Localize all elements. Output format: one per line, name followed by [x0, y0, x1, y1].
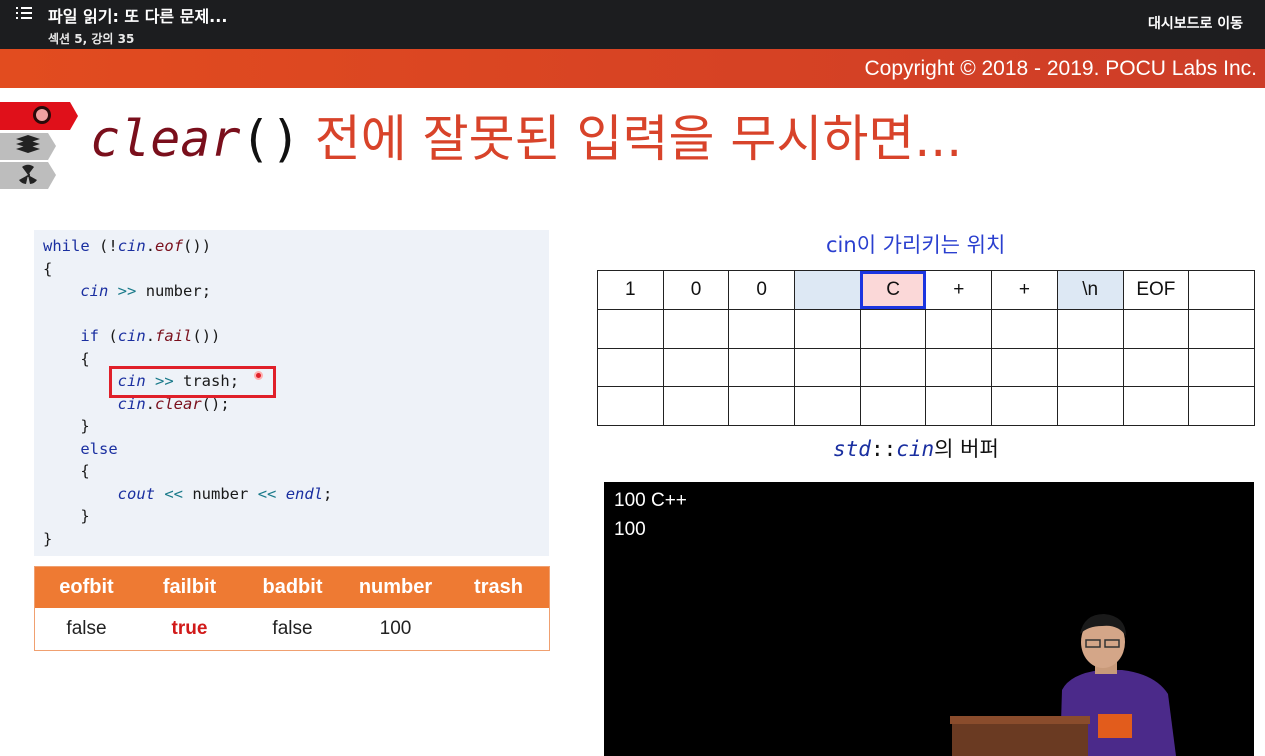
header-failbit: failbit [162, 576, 217, 598]
buffer-cell: 1 [597, 270, 664, 310]
console-line: 100 C++ [614, 490, 687, 511]
title-parens: () [240, 110, 301, 168]
player-header: 파일 읽기: 또 다른 문제... 섹션 5, 강의 35 대시보드로 이동 [0, 0, 1265, 49]
buffer-cell: \n [1056, 270, 1124, 310]
buffer-cell: EOF [1122, 270, 1190, 310]
cin-buffer-grid: 1 0 0 C + + \n EOF [597, 270, 1255, 426]
buffer-label-sep: :: [870, 437, 897, 461]
value-failbit: true [171, 618, 208, 639]
buffer-cell: 0 [728, 270, 796, 310]
buffer-row: 1 0 0 C + + \n EOF [597, 270, 1255, 310]
stack-icon [0, 133, 56, 160]
code-line: } [80, 417, 90, 435]
buffer-cell-current: C [859, 270, 927, 310]
buffer-label-std: std [833, 437, 871, 461]
slide-header-band: Copyright © 2018 - 2019. POCU Labs Inc. [0, 49, 1265, 88]
console-line: 100 [614, 519, 646, 540]
buffer-row [597, 347, 1255, 388]
buffer-cell: + [991, 270, 1058, 310]
code-line: if (cin.fail()) [80, 327, 221, 345]
code-block: while (!cin.eof()) { cin >> number; if (c… [34, 230, 549, 556]
lecture-subtitle: 섹션 5, 강의 35 [48, 32, 135, 46]
stream-state-table: eofbit failbit badbit number trash false… [34, 566, 550, 651]
buffer-cell: + [925, 270, 993, 310]
title-text: 전에 잘못된 입력을 무시하면... [314, 110, 963, 168]
go-to-dashboard-link[interactable]: 대시보드로 이동 [1148, 13, 1243, 33]
copyright-text: Copyright © 2018 - 2019. POCU Labs Inc. [864, 57, 1257, 80]
code-line: else [80, 439, 118, 458]
header-number: number [358, 576, 433, 598]
header-trash: trash [474, 576, 523, 598]
value-badbit: false [272, 618, 313, 639]
buffer-row [597, 308, 1255, 349]
code-line: } [43, 529, 53, 548]
slide-title: clear() 전에 잘못된 입력을 무시하면... [90, 114, 962, 164]
state-table-header: eofbit failbit badbit number trash [35, 567, 549, 608]
buffer-label-ko: 의 버퍼 [934, 437, 999, 461]
code-line: cin >> number; [80, 282, 212, 300]
buffer-cell [1188, 270, 1255, 310]
header-badbit: badbit [262, 576, 323, 598]
header-eofbit: eofbit [59, 576, 114, 598]
buffer-pointer-caption: cin이 가리키는 위치 [826, 233, 1006, 257]
brain-icon [0, 102, 78, 130]
lecture-title: 파일 읽기: 또 다른 문제... [48, 7, 228, 26]
code-line: { [43, 259, 53, 278]
code-line: cout << number << endl; [117, 484, 333, 503]
value-eofbit: false [66, 618, 107, 639]
buffer-label-cin: cin [896, 437, 935, 461]
presenter-video [950, 614, 1176, 756]
buffer-cell: 0 [662, 270, 730, 310]
buffer-row [597, 386, 1255, 426]
buffer-cell [794, 270, 861, 310]
value-number: 100 [379, 618, 412, 639]
code-line: while (!cin.eof()) [43, 237, 212, 255]
state-table-row: false true false 100 [35, 608, 549, 650]
buffer-label: std::cin의 버퍼 [833, 433, 999, 463]
title-function-name: clear [90, 110, 241, 168]
list-icon[interactable] [16, 6, 32, 20]
pointer-dot [254, 371, 263, 380]
highlight-box [109, 366, 276, 398]
code-line: { [80, 462, 90, 480]
code-line: } [80, 507, 90, 525]
radiation-icon [0, 162, 56, 189]
